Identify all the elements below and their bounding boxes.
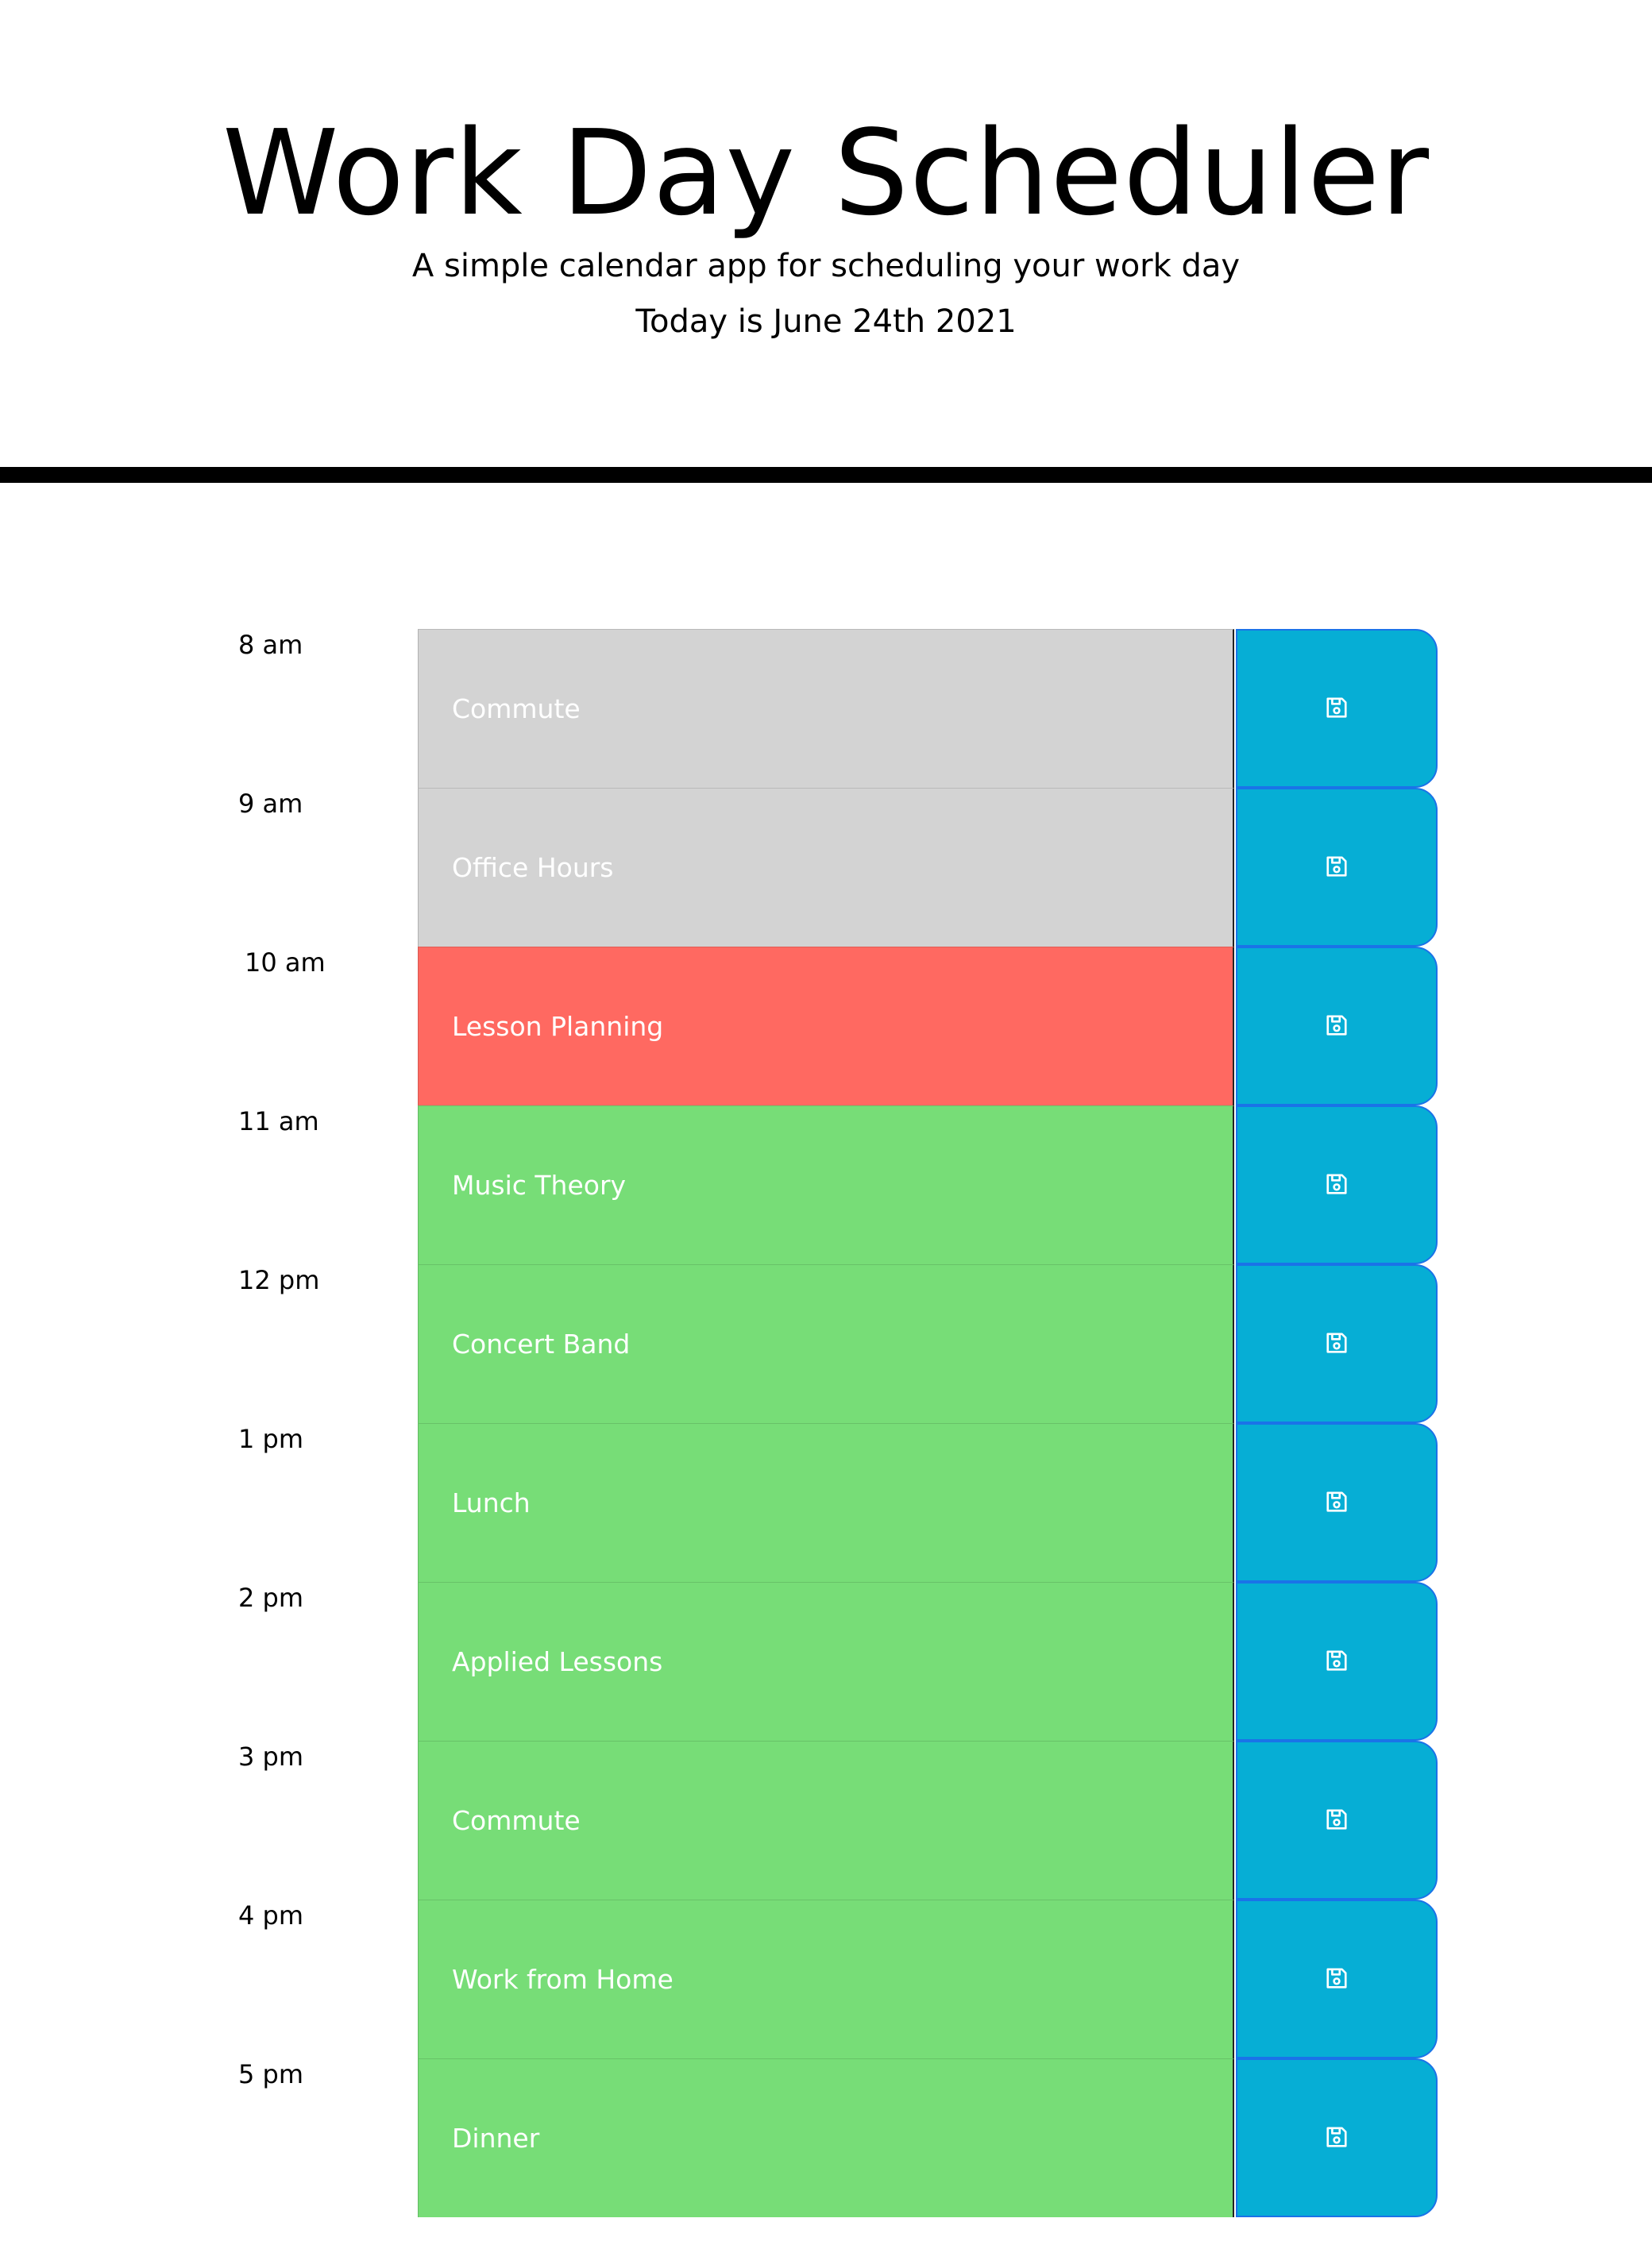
event-textarea[interactable]: Office Hours: [418, 788, 1234, 947]
header: Work Day Scheduler A simple calendar app…: [0, 0, 1652, 475]
save-icon: [1325, 1649, 1349, 1675]
save-icon: [1325, 2125, 1349, 2151]
time-block: 5 pm Dinner: [0, 2058, 1652, 2217]
event-textarea[interactable]: Commute: [418, 1741, 1234, 1900]
save-button[interactable]: [1236, 947, 1438, 1105]
event-textarea[interactable]: Concert Band: [418, 1264, 1234, 1423]
event-textarea[interactable]: Work from Home: [418, 1900, 1234, 2058]
save-button[interactable]: [1236, 1264, 1438, 1423]
save-icon: [1325, 696, 1349, 722]
save-icon: [1325, 1490, 1349, 1516]
event-textarea[interactable]: Lunch: [418, 1423, 1234, 1582]
time-block: 4 pm Work from Home: [0, 1900, 1652, 2058]
hour-label: 12 pm: [238, 1265, 320, 1295]
save-button[interactable]: [1236, 1105, 1438, 1264]
time-block: 3 pm Commute: [0, 1741, 1652, 1900]
time-block: 8 am Commute: [0, 629, 1652, 788]
hour-label: 4 pm: [238, 1900, 304, 1931]
page-title: Work Day Scheduler: [222, 105, 1430, 241]
save-button[interactable]: [1236, 1582, 1438, 1741]
event-textarea[interactable]: Commute: [418, 629, 1234, 788]
header-divider: [0, 467, 1652, 483]
save-icon: [1325, 1966, 1349, 1992]
time-block: 10 am Lesson Planning: [0, 947, 1652, 1105]
time-block: 2 pm Applied Lessons: [0, 1582, 1652, 1741]
event-textarea[interactable]: Dinner: [418, 2058, 1234, 2217]
hour-label: 2 pm: [238, 1583, 304, 1613]
event-textarea[interactable]: Lesson Planning: [418, 947, 1234, 1105]
time-block: 9 am Office Hours: [0, 788, 1652, 947]
scheduler: 8 am Commute 9 am Office Hours 10 am Lesson P…: [0, 629, 1652, 2217]
save-icon: [1325, 1807, 1349, 1834]
page-subtitle: A simple calendar app for scheduling you…: [411, 248, 1241, 284]
save-button[interactable]: [1236, 1423, 1438, 1582]
save-button[interactable]: [1236, 2058, 1438, 2217]
hour-label: 5 pm: [238, 2059, 304, 2089]
save-icon: [1325, 1013, 1349, 1040]
save-button[interactable]: [1236, 1900, 1438, 2058]
hour-label: 3 pm: [238, 1742, 304, 1772]
event-textarea[interactable]: Applied Lessons: [418, 1582, 1234, 1741]
save-icon: [1325, 1172, 1349, 1198]
save-button[interactable]: [1236, 788, 1438, 947]
hour-label: 10 am: [245, 947, 326, 978]
time-block: 1 pm Lunch: [0, 1423, 1652, 1582]
time-block: 12 pm Concert Band: [0, 1264, 1652, 1423]
save-icon: [1325, 854, 1349, 881]
time-block: 11 am Music Theory: [0, 1105, 1652, 1264]
save-button[interactable]: [1236, 1741, 1438, 1900]
current-day: Today is June 24th 2021: [635, 303, 1017, 340]
save-button[interactable]: [1236, 629, 1438, 788]
save-icon: [1325, 1331, 1349, 1357]
hour-label: 9 am: [238, 789, 303, 819]
event-textarea[interactable]: Music Theory: [418, 1105, 1234, 1264]
hour-label: 1 pm: [238, 1424, 304, 1454]
hour-label: 11 am: [238, 1106, 319, 1136]
hour-label: 8 am: [238, 630, 303, 660]
